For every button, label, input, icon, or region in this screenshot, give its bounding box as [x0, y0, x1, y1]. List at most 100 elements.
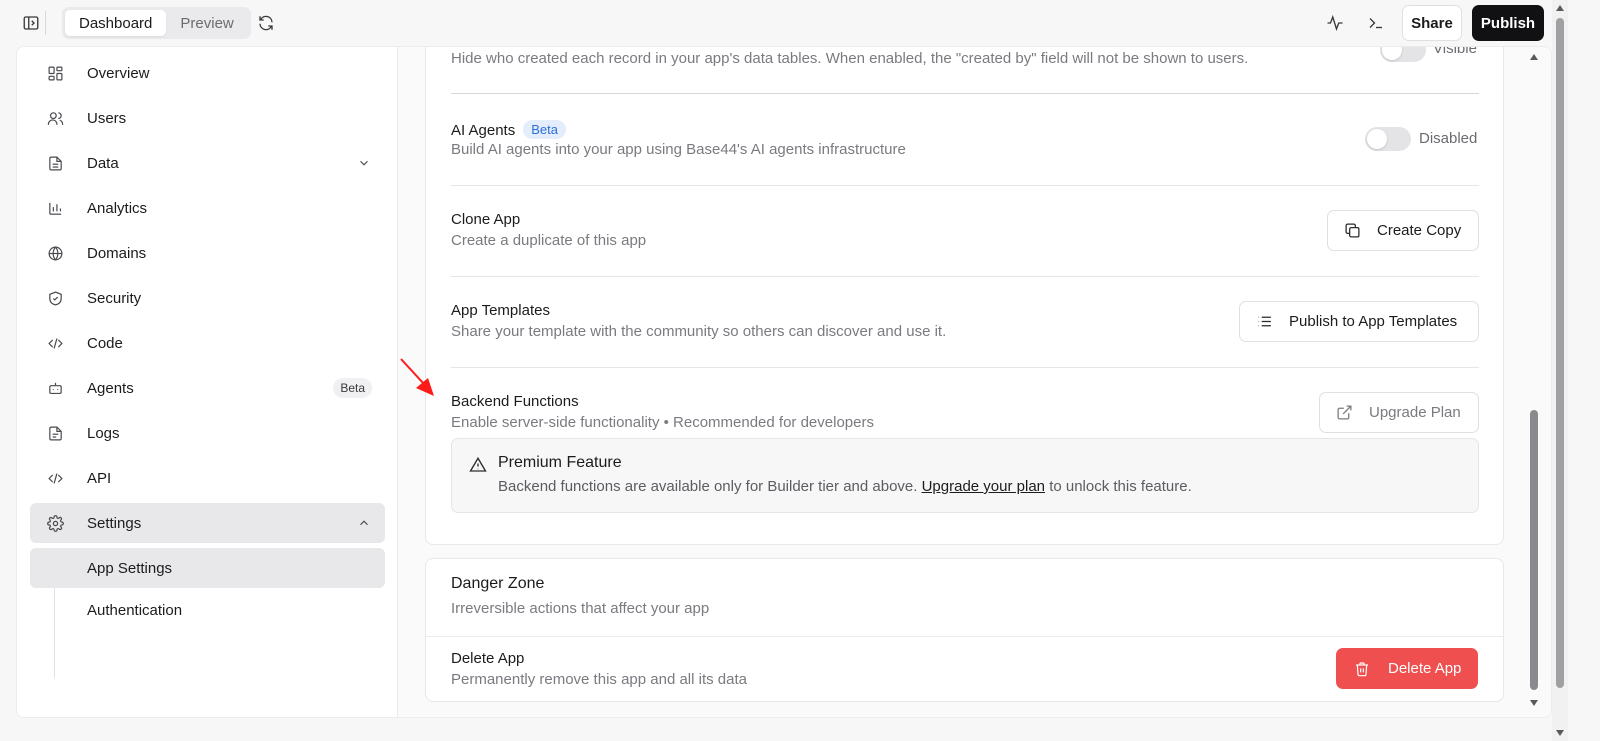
backend-functions-description: Enable server-side functionality • Recom…: [451, 414, 874, 431]
app-templates-description: Share your template with the community s…: [451, 323, 947, 340]
premium-feature-notice: Premium Feature Backend functions are av…: [451, 438, 1479, 513]
sidebar-item-label: Code: [87, 334, 123, 352]
sidebar-item-label: Analytics: [87, 199, 148, 217]
delete-app-label: Delete App: [1388, 660, 1462, 677]
delete-app-title: Delete App: [451, 650, 525, 667]
app-panel: Overview Users Data Analytics Domains Se…: [16, 46, 1552, 718]
sidebar-item-logs[interactable]: Logs: [30, 413, 385, 453]
activity-icon[interactable]: [1321, 9, 1349, 37]
warning-icon: [469, 456, 487, 472]
sidebar-item-code[interactable]: Code: [30, 323, 385, 363]
sidebar-item-label: Data: [87, 154, 119, 172]
trash-icon: [1356, 661, 1368, 676]
sidebar-item-agents[interactable]: Agents Beta: [30, 368, 385, 408]
ai-agents-toggle[interactable]: [1365, 127, 1411, 151]
list-icon: [1258, 316, 1271, 327]
file-icon: [46, 154, 64, 172]
chevron-down-icon: [360, 160, 368, 166]
sidebar-item-domains[interactable]: Domains: [30, 233, 385, 273]
ai-agents-title-text: AI Agents: [451, 122, 516, 139]
scroll-down-arrow-icon[interactable]: [1529, 698, 1539, 708]
sidebar: Overview Users Data Analytics Domains Se…: [17, 47, 398, 717]
create-copy-button[interactable]: Create Copy: [1327, 210, 1479, 251]
refresh-icon[interactable]: [252, 9, 280, 37]
sidebar-item-settings[interactable]: Settings: [30, 503, 385, 543]
app-templates-title: App Templates: [451, 302, 550, 319]
backend-functions-title: Backend Functions: [451, 393, 579, 410]
code-icon: [46, 469, 64, 487]
beta-badge: Beta: [523, 120, 566, 139]
publish-to-app-templates-label: Publish to App Templates: [1289, 313, 1458, 330]
divider: [451, 276, 1479, 277]
sidebar-item-label: Authentication: [87, 601, 183, 619]
clone-app-description: Create a duplicate of this app: [451, 232, 647, 249]
divider: [451, 367, 1479, 368]
danger-zone-description: Irreversible actions that affect your ap…: [451, 600, 710, 617]
delete-app-button[interactable]: Delete App: [1336, 648, 1478, 689]
scroll-up-arrow-icon[interactable]: [1529, 52, 1539, 62]
sidebar-item-label: Security: [87, 289, 142, 307]
grid-icon: [46, 64, 64, 82]
divider: [426, 636, 1503, 637]
globe-icon: [46, 244, 64, 262]
scrollbar-thumb[interactable]: [1530, 410, 1538, 690]
view-switcher: Dashboard Preview: [62, 7, 251, 39]
toolbar-divider: [45, 11, 46, 35]
sidebar-subitem-authentication[interactable]: Authentication: [30, 590, 385, 630]
ai-agents-title: AI Agents Beta: [451, 120, 566, 139]
sidebar-item-users[interactable]: Users: [30, 98, 385, 138]
terminal-icon[interactable]: [1362, 9, 1390, 37]
clone-app-title: Clone App: [451, 211, 521, 228]
sidebar-subitem-app-settings[interactable]: App Settings: [30, 548, 385, 588]
ai-agents-description: Build AI agents into your app using Base…: [451, 141, 906, 158]
sidebar-item-label: Domains: [87, 244, 147, 262]
danger-zone-card: Danger Zone Irreversible actions that af…: [425, 558, 1504, 702]
tab-preview[interactable]: Preview: [166, 10, 247, 36]
sidebar-item-analytics[interactable]: Analytics: [30, 188, 385, 228]
premium-desc-after: to unlock this feature.: [1049, 478, 1192, 495]
main-content: Hide who created each record in your app…: [398, 46, 1551, 717]
copy-icon: [1345, 223, 1360, 238]
sidebar-item-security[interactable]: Security: [30, 278, 385, 318]
annotation-arrow-icon: [400, 358, 434, 396]
page-scroll-down-icon[interactable]: [1555, 728, 1565, 738]
page-scrollbar-thumb[interactable]: [1556, 18, 1564, 688]
share-button[interactable]: Share: [1402, 5, 1462, 41]
ai-agents-toggle-label: Disabled: [1419, 130, 1478, 147]
premium-desc-before: Backend functions are available only for…: [498, 478, 918, 495]
sidebar-item-label: App Settings: [87, 559, 173, 577]
danger-zone-title: Danger Zone: [451, 575, 545, 592]
top-bar: Dashboard Preview Share Publish: [0, 0, 1600, 46]
sidebar-item-data[interactable]: Data: [30, 143, 385, 183]
chevron-up-icon: [360, 520, 368, 526]
upgrade-plan-label: Upgrade Plan: [1369, 404, 1461, 421]
publish-to-app-templates-button[interactable]: Publish to App Templates: [1239, 301, 1479, 342]
sidebar-item-label: Overview: [87, 64, 150, 82]
shield-icon: [46, 289, 64, 307]
sidebar-item-label: API: [87, 469, 112, 487]
upgrade-your-plan-link[interactable]: Upgrade your plan: [922, 478, 1045, 495]
gear-icon: [46, 514, 64, 532]
page-scroll-up-icon[interactable]: [1555, 3, 1565, 13]
code-icon: [46, 334, 64, 352]
created-by-toggle-label: Visible: [1433, 46, 1477, 57]
publish-button[interactable]: Publish: [1472, 5, 1544, 41]
divider: [451, 93, 1479, 94]
premium-feature-title: Premium Feature: [498, 454, 622, 471]
sidebar-item-overview[interactable]: Overview: [30, 53, 385, 93]
delete-app-description: Permanently remove this app and all its …: [451, 671, 747, 688]
upgrade-plan-button[interactable]: Upgrade Plan: [1319, 392, 1479, 433]
premium-feature-description: Backend functions are available only for…: [498, 478, 1192, 495]
tab-dashboard[interactable]: Dashboard: [65, 10, 167, 36]
bot-icon: [46, 379, 64, 397]
create-copy-label: Create Copy: [1377, 222, 1462, 239]
sidebar-toggle-icon[interactable]: [17, 9, 45, 37]
sidebar-item-label: Settings: [87, 514, 142, 532]
sidebar-item-api[interactable]: API: [30, 458, 385, 498]
sidebar-item-label: Logs: [87, 424, 120, 442]
created-by-toggle[interactable]: [1380, 47, 1426, 62]
divider: [451, 185, 1479, 186]
sidebar-item-label: Agents: [87, 379, 134, 397]
bar-chart-icon: [46, 199, 64, 217]
document-icon: [46, 424, 64, 442]
